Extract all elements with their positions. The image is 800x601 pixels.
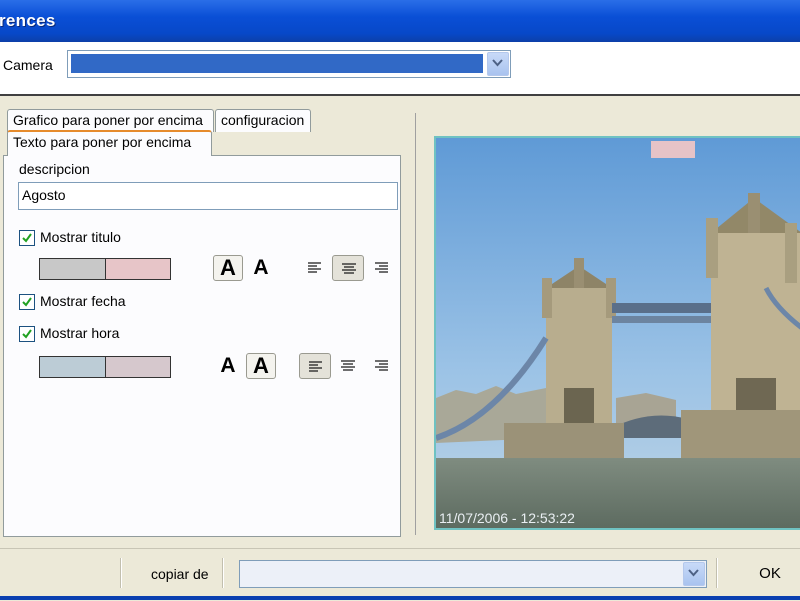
preview-image: 11/07/2006 - 12:53:22: [434, 136, 800, 530]
align-right-icon: [375, 262, 388, 273]
align-center-icon: [342, 263, 356, 274]
title-fg-color[interactable]: [106, 259, 170, 279]
description-label: descripcion: [19, 161, 90, 177]
tab-texto-label: Texto para poner por encima: [13, 134, 192, 150]
title-bg-color[interactable]: [40, 259, 106, 279]
checkmark-icon: [22, 233, 32, 243]
title-font-normal-button[interactable]: A: [246, 255, 276, 281]
time-font-normal-button[interactable]: A: [213, 353, 243, 379]
time-align-left-button[interactable]: [299, 353, 331, 379]
time-bg-color[interactable]: [40, 357, 106, 377]
show-time-checkbox[interactable]: [19, 326, 35, 342]
align-left-icon: [308, 262, 321, 273]
align-right-icon: [375, 360, 388, 371]
title-align-right-button[interactable]: [365, 255, 397, 281]
title-align-center-button[interactable]: [332, 255, 364, 281]
show-time-label: Mostrar hora: [40, 325, 120, 341]
checkmark-icon: [22, 297, 32, 307]
tab-grafico[interactable]: Grafico para poner por encima: [7, 109, 214, 132]
description-input[interactable]: Agosto: [18, 182, 398, 210]
camera-selected-value: [71, 54, 483, 73]
time-fg-color[interactable]: [106, 357, 170, 377]
copy-from-label: copiar de: [151, 566, 209, 582]
time-align-right-button[interactable]: [365, 353, 397, 379]
bottom-separator: [716, 558, 718, 588]
title-bar: rences: [0, 0, 800, 42]
title-font-bold-button[interactable]: A: [213, 255, 243, 281]
checkmark-icon: [22, 329, 32, 339]
tab-configuracion[interactable]: configuracion: [215, 109, 311, 132]
window-bottom-edge: [0, 596, 800, 600]
bottom-separator: [222, 558, 224, 588]
title-color-swatch[interactable]: [39, 258, 171, 280]
preview-datetime: 11/07/2006 - 12:53:22: [439, 510, 575, 526]
copy-from-dropdown-button[interactable]: [683, 562, 705, 586]
title-align-left-button[interactable]: [299, 255, 331, 281]
tower-bridge-photo: [436, 138, 800, 528]
show-date-label: Mostrar fecha: [40, 293, 126, 309]
description-value: Agosto: [22, 187, 66, 203]
copy-from-select[interactable]: [239, 560, 707, 588]
chevron-down-icon: [688, 569, 699, 577]
time-align-center-button[interactable]: [332, 353, 364, 379]
show-date-checkbox[interactable]: [19, 294, 35, 310]
align-left-icon: [309, 361, 322, 372]
panel-divider: [415, 113, 416, 535]
tab-grafico-label: Grafico para poner por encima: [13, 112, 203, 128]
show-title-label: Mostrar titulo: [40, 229, 121, 245]
text-options-panel: [3, 155, 401, 537]
align-center-icon: [341, 360, 355, 371]
tab-texto[interactable]: Texto para poner por encima: [7, 130, 212, 156]
camera-dropdown-button[interactable]: [487, 52, 509, 76]
ok-button[interactable]: OK: [748, 562, 792, 586]
camera-select[interactable]: [67, 50, 511, 78]
tab-configuracion-label: configuracion: [221, 112, 305, 128]
window-title: rences: [0, 11, 56, 30]
bottom-separator: [120, 558, 122, 588]
time-font-bold-button[interactable]: A: [246, 353, 276, 379]
show-title-checkbox[interactable]: [19, 230, 35, 246]
camera-label: Camera: [3, 57, 53, 73]
time-color-swatch[interactable]: [39, 356, 171, 378]
chevron-down-icon: [492, 59, 503, 67]
